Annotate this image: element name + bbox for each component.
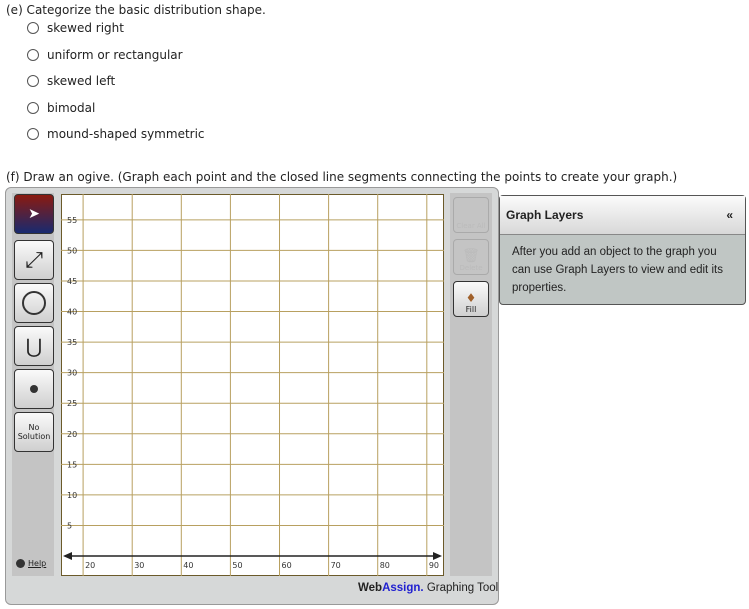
y-tick-label: 20: [67, 430, 77, 439]
option-label: skewed left: [47, 74, 115, 88]
webassign-brand: WebAssign. Graphing Tool: [358, 582, 498, 594]
brand-assign: Assign.: [382, 582, 424, 594]
collapse-icon[interactable]: «: [726, 208, 733, 222]
radio-button[interactable]: [27, 75, 39, 87]
option-0[interactable]: skewed right: [27, 21, 124, 35]
y-tick-label: 50: [67, 246, 77, 255]
radio-button[interactable]: [27, 49, 39, 61]
circle-icon: [22, 291, 46, 315]
fill-button[interactable]: ♦Fill: [453, 281, 489, 317]
x-tick-label: 70: [331, 561, 341, 570]
option-3[interactable]: bimodal: [27, 101, 95, 115]
action-panel: Clear All 🗑Delete ♦Fill: [450, 193, 492, 576]
option-label: mound-shaped symmetric: [47, 127, 205, 141]
no-solution-button[interactable]: NoSolution: [14, 412, 54, 452]
y-tick-label: 35: [67, 338, 77, 347]
brand-web: Web: [358, 582, 382, 594]
y-tick-label: 5: [67, 521, 72, 530]
no-solution-label-2: Solution: [18, 432, 51, 441]
x-tick-label: 30: [134, 561, 144, 570]
option-label: skewed right: [47, 21, 124, 35]
option-2[interactable]: skewed left: [27, 74, 115, 88]
option-4[interactable]: mound-shaped symmetric: [27, 127, 205, 141]
question-e-prompt: (e) Categorize the basic distribution sh…: [6, 3, 266, 17]
help-icon: [16, 559, 25, 568]
point-icon: [30, 385, 38, 393]
option-1[interactable]: uniform or rectangular: [27, 48, 183, 62]
pointer-tool[interactable]: ➤: [14, 194, 54, 234]
radio-button[interactable]: [27, 22, 39, 34]
circle-tool[interactable]: [14, 283, 54, 323]
x-tick-label: 20: [85, 561, 95, 570]
clear-all-button[interactable]: Clear All: [453, 197, 489, 233]
fill-label: Fill: [466, 305, 477, 314]
y-tick-label: 55: [67, 216, 77, 225]
y-tick-label: 10: [67, 491, 77, 500]
help-link[interactable]: Help: [16, 559, 46, 568]
delete-button[interactable]: 🗑Delete: [453, 239, 489, 275]
x-tick-label: 80: [380, 561, 390, 570]
y-tick-label: 40: [67, 308, 77, 317]
paint-bucket-icon: ♦: [466, 291, 477, 305]
x-tick-label: 50: [232, 561, 242, 570]
no-solution-label: No: [29, 423, 40, 432]
line-tool[interactable]: ⤢: [14, 240, 54, 280]
line-arrow-icon: ⤢: [25, 248, 43, 273]
y-tick-label: 30: [67, 369, 77, 378]
parabola-icon: ⋃: [26, 334, 42, 358]
plot-area: [62, 195, 444, 576]
graph-canvas[interactable]: 203040506070809051015202530354045505560: [61, 194, 444, 576]
point-tool[interactable]: [14, 369, 54, 409]
y-tick-label: 45: [67, 277, 77, 286]
x-tick-label: 40: [183, 561, 193, 570]
tool-palette: ➤ ⤢ ⋃ NoSolution Help: [12, 193, 54, 576]
graph-layers-title: Graph Layers: [506, 208, 583, 222]
parabola-tool[interactable]: ⋃: [14, 326, 54, 366]
delete-label: Delete: [460, 264, 483, 272]
cursor-icon: ➤: [28, 206, 40, 222]
brand-rest: Graphing Tool: [424, 582, 499, 594]
y-tick-label: 15: [67, 460, 77, 469]
option-label: uniform or rectangular: [47, 48, 183, 62]
radio-button[interactable]: [27, 102, 39, 114]
help-label: Help: [28, 559, 46, 568]
graph-layers-panel: Graph Layers « After you add an object to…: [499, 195, 746, 305]
trash-icon: 🗑: [462, 248, 480, 264]
y-tick-label: 25: [67, 399, 77, 408]
x-tick-label: 60: [282, 561, 292, 570]
clear-all-label: Clear All: [456, 222, 485, 230]
graph-layers-text: After you add an object to the graph you…: [500, 235, 745, 305]
option-label: bimodal: [47, 101, 95, 115]
x-tick-label: 90: [429, 561, 439, 570]
question-f-prompt: (f) Draw an ogive. (Graph each point and…: [6, 170, 677, 184]
radio-button[interactable]: [27, 128, 39, 140]
